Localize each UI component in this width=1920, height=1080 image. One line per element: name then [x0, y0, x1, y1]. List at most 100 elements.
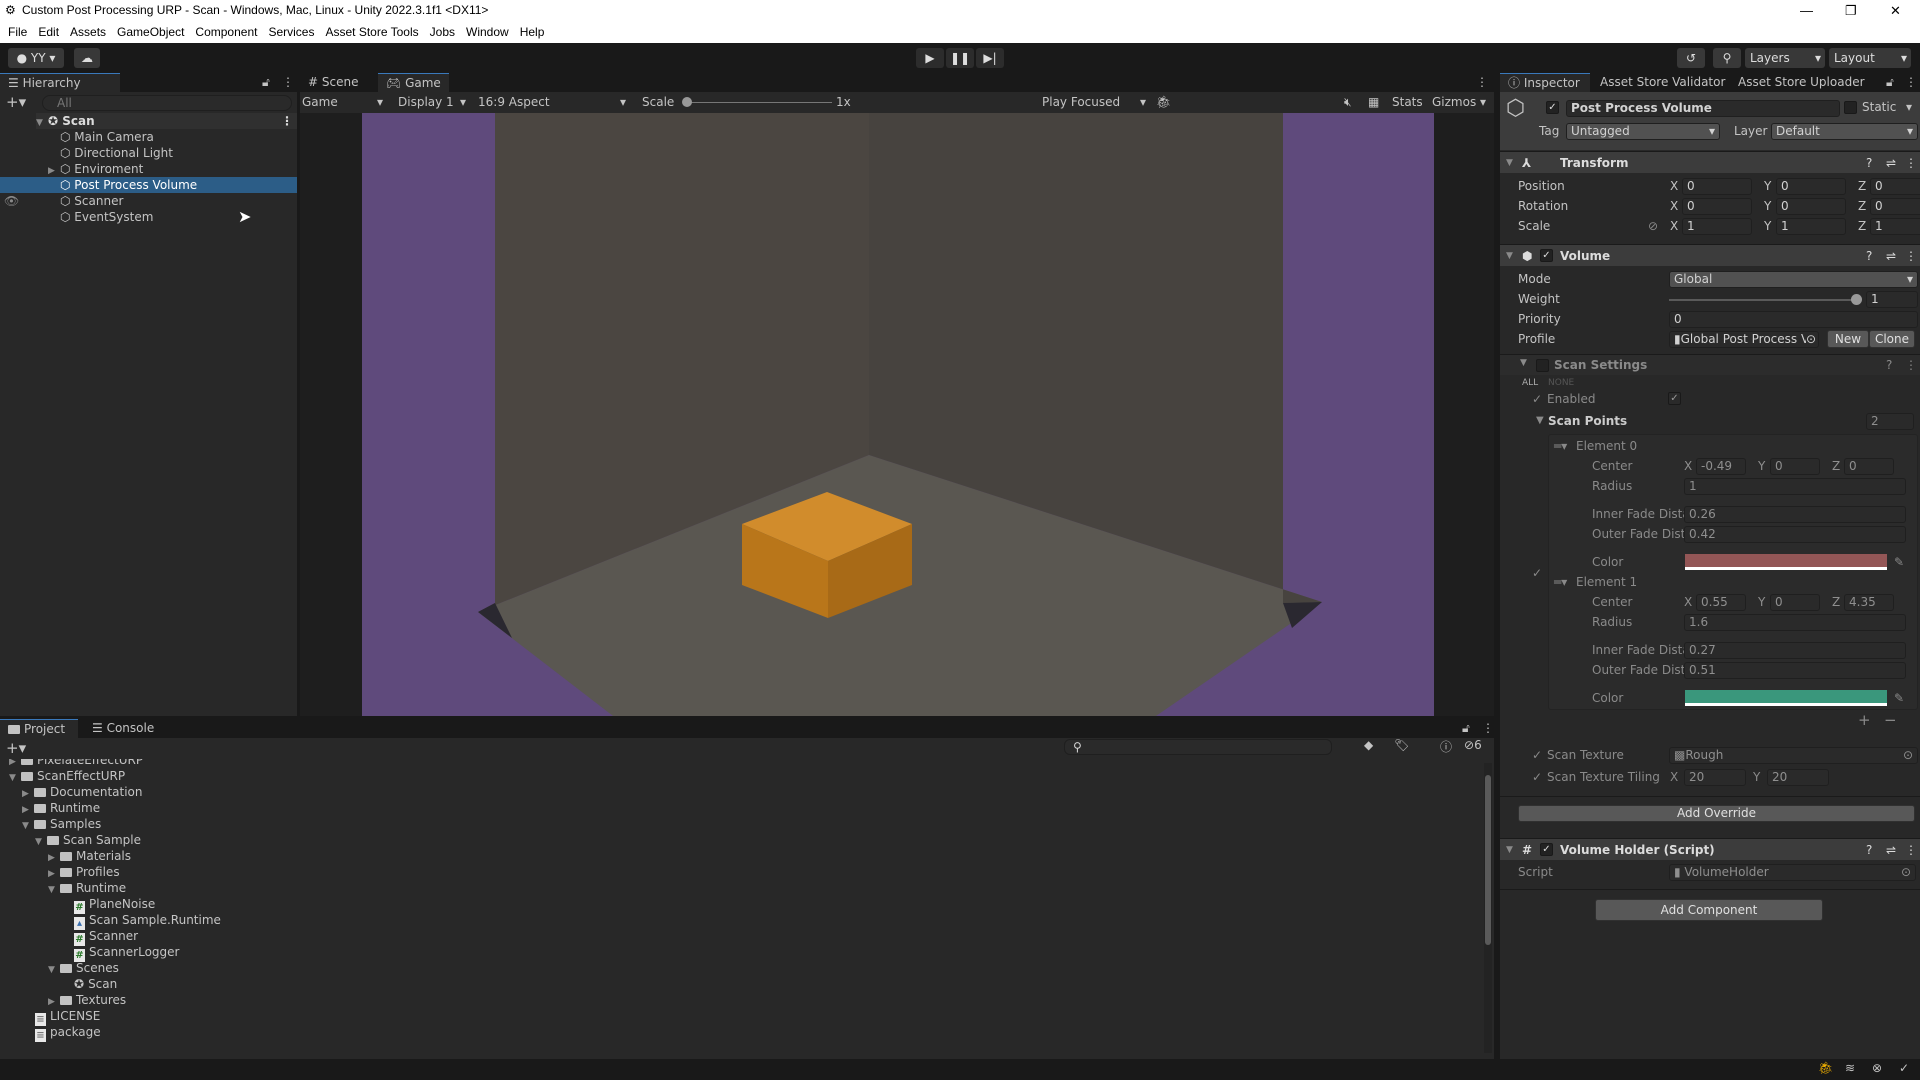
- help-icon[interactable]: ?: [1866, 245, 1872, 267]
- scan-settings-checkbox[interactable]: [1536, 359, 1549, 372]
- maximize-button[interactable]: ❐: [1845, 0, 1857, 21]
- menu-window[interactable]: Window: [466, 21, 509, 43]
- auto-generate-lighting-icon[interactable]: ⊗: [1872, 1061, 1882, 1075]
- weight-slider-handle[interactable]: [1851, 294, 1862, 305]
- outer-fade-input[interactable]: 0.42: [1684, 526, 1906, 543]
- step-button[interactable]: ▶|: [976, 48, 1004, 68]
- aspect-dropdown[interactable]: 16:9 Aspect ▾: [478, 92, 633, 113]
- component-menu-icon[interactable]: ⋮: [1905, 839, 1917, 861]
- drag-handle-icon[interactable]: ═▾: [1554, 438, 1567, 454]
- foldout-arrow-icon[interactable]: ▼: [1506, 839, 1513, 861]
- foldout-arrow-icon[interactable]: ▼: [1506, 152, 1513, 174]
- foldout-arrow-icon[interactable]: ▼: [1520, 358, 1527, 368]
- project-item[interactable]: # PlaneNoise: [74, 896, 155, 914]
- undo-history-button[interactable]: ↺: [1677, 48, 1705, 68]
- tab-scene[interactable]: # Scene: [300, 73, 366, 92]
- scan-texture-field[interactable]: ▩Rough ⊙: [1669, 747, 1918, 764]
- lock-icon[interactable]: 🔓︎: [1886, 75, 1894, 90]
- override-checkbox[interactable]: ✓: [1532, 391, 1542, 407]
- object-name-input[interactable]: Post Process Volume: [1566, 100, 1840, 117]
- display-dropdown[interactable]: Display 1 ▾: [398, 92, 472, 113]
- profile-new-button[interactable]: New: [1827, 330, 1869, 348]
- hidden-packages-icon[interactable]: ⊘6: [1464, 738, 1482, 752]
- add-override-button[interactable]: Add Override: [1518, 805, 1915, 822]
- menu-component[interactable]: Component: [195, 21, 257, 43]
- more-options-icon[interactable]: ⋮: [1905, 75, 1917, 89]
- object-picker-icon[interactable]: ⊙: [1805, 332, 1816, 347]
- bug-icon[interactable]: 🐞︎: [1156, 92, 1171, 113]
- center-field-y[interactable]: 0: [1770, 458, 1820, 475]
- rotation-field-y[interactable]: 0: [1776, 198, 1846, 215]
- more-options-icon[interactable]: ⋮: [1482, 721, 1494, 735]
- warning-filter-icon[interactable]: ⓘ: [1440, 738, 1452, 755]
- position-field-y[interactable]: 0: [1776, 178, 1846, 195]
- project-item[interactable]: ▼ Runtime: [48, 880, 126, 896]
- project-item[interactable]: ▼ ScanEffectURP: [9, 768, 125, 784]
- center-field-z[interactable]: 4.35: [1844, 594, 1894, 611]
- project-item[interactable]: ≡ package: [35, 1024, 101, 1042]
- project-item[interactable]: ▶ Textures: [48, 992, 126, 1008]
- scale-slider[interactable]: [686, 102, 832, 103]
- project-item[interactable]: ▼ Scan Sample: [35, 832, 141, 848]
- project-scrollbar[interactable]: [1484, 763, 1492, 1053]
- game-viewport[interactable]: [362, 113, 1434, 716]
- hierarchy-search-input[interactable]: All: [42, 95, 292, 111]
- tab-inspector[interactable]: ⓘ Inspector: [1500, 73, 1590, 92]
- center-field-y[interactable]: 0: [1770, 594, 1820, 611]
- tab-console[interactable]: ☰ Console: [84, 719, 162, 738]
- enabled-checkbox[interactable]: ✓: [1668, 392, 1681, 405]
- component-menu-icon[interactable]: ⋮: [1905, 358, 1917, 372]
- inner-fade-input[interactable]: 0.26: [1684, 506, 1906, 523]
- hierarchy-item[interactable]: ▶ ⬡ Enviroment: [48, 161, 143, 177]
- weight-slider[interactable]: [1669, 299, 1859, 301]
- center-field-z[interactable]: 0: [1844, 458, 1894, 475]
- progress-check-icon[interactable]: ✓: [1899, 1061, 1909, 1075]
- override-all-button[interactable]: ALL: [1522, 375, 1538, 391]
- stats-button[interactable]: Stats: [1392, 92, 1423, 113]
- color-swatch[interactable]: [1685, 554, 1887, 570]
- warning-bug-icon[interactable]: 🐞︎: [1818, 1061, 1833, 1075]
- project-item[interactable]: ✪ Scan: [74, 976, 117, 992]
- position-field-x[interactable]: 0: [1682, 178, 1752, 195]
- profile-clone-button[interactable]: Clone: [1869, 330, 1915, 348]
- tag-dropdown[interactable]: Untagged ▾: [1566, 123, 1720, 140]
- object-picker-icon[interactable]: ⊙: [1901, 865, 1911, 880]
- help-icon[interactable]: ?: [1886, 358, 1892, 372]
- center-field-x[interactable]: 0.55: [1696, 594, 1746, 611]
- static-dropdown[interactable]: ▾: [1906, 100, 1912, 114]
- menu-gameobject[interactable]: GameObject: [117, 21, 184, 43]
- foldout-arrow-icon[interactable]: ▼: [48, 962, 60, 978]
- scan-points-size-input[interactable]: 2: [1866, 413, 1914, 430]
- game-mode-dropdown[interactable]: Game ▾: [302, 92, 392, 113]
- account-dropdown[interactable]: ● YY ▾: [8, 48, 64, 68]
- constrain-proportions-icon[interactable]: ⊘: [1648, 218, 1658, 234]
- rotation-field-x[interactable]: 0: [1682, 198, 1752, 215]
- menu-asset-store-tools[interactable]: Asset Store Tools: [325, 21, 418, 43]
- filter-by-label-icon[interactable]: 🏷︎: [1394, 738, 1409, 752]
- inner-fade-input[interactable]: 0.27: [1684, 642, 1906, 659]
- position-field-z[interactable]: 0: [1870, 178, 1920, 195]
- hierarchy-item[interactable]: ⬡ Main Camera: [60, 129, 154, 145]
- tab-asset-store-validator[interactable]: Asset Store Validator: [1592, 73, 1733, 92]
- play-focus-dropdown[interactable]: Play Focused ▾: [1042, 92, 1152, 113]
- hierarchy-item[interactable]: 👁︎ ⬡ Scanner: [0, 193, 297, 209]
- hierarchy-item[interactable]: ⬡ EventSystem: [60, 209, 153, 225]
- foldout-arrow-icon[interactable]: ▼: [1506, 245, 1513, 267]
- foldout-arrow-icon[interactable]: ▼: [1536, 413, 1544, 429]
- override-none-button[interactable]: NONE: [1548, 375, 1574, 391]
- add-component-button[interactable]: Add Component: [1595, 899, 1823, 921]
- eyedropper-icon[interactable]: ✎: [1894, 690, 1904, 706]
- close-button[interactable]: ✕: [1890, 0, 1901, 21]
- foldout-arrow-icon[interactable]: ▼: [9, 770, 21, 786]
- override-checkbox[interactable]: ✓: [1532, 747, 1542, 763]
- mode-dropdown[interactable]: Global ▾: [1669, 271, 1918, 288]
- cache-server-icon[interactable]: ≋: [1845, 1061, 1855, 1075]
- visibility-icon[interactable]: 👁︎: [4, 193, 19, 209]
- scene-root-scan[interactable]: ▼ ✪ Scan ⋮: [36, 113, 297, 129]
- project-search-input[interactable]: ⚲: [1064, 739, 1332, 755]
- static-checkbox[interactable]: [1844, 101, 1857, 114]
- project-item[interactable]: # Scanner: [74, 928, 138, 946]
- color-swatch[interactable]: [1685, 690, 1887, 706]
- menu-help[interactable]: Help: [520, 21, 545, 43]
- weight-input[interactable]: 1: [1866, 291, 1918, 308]
